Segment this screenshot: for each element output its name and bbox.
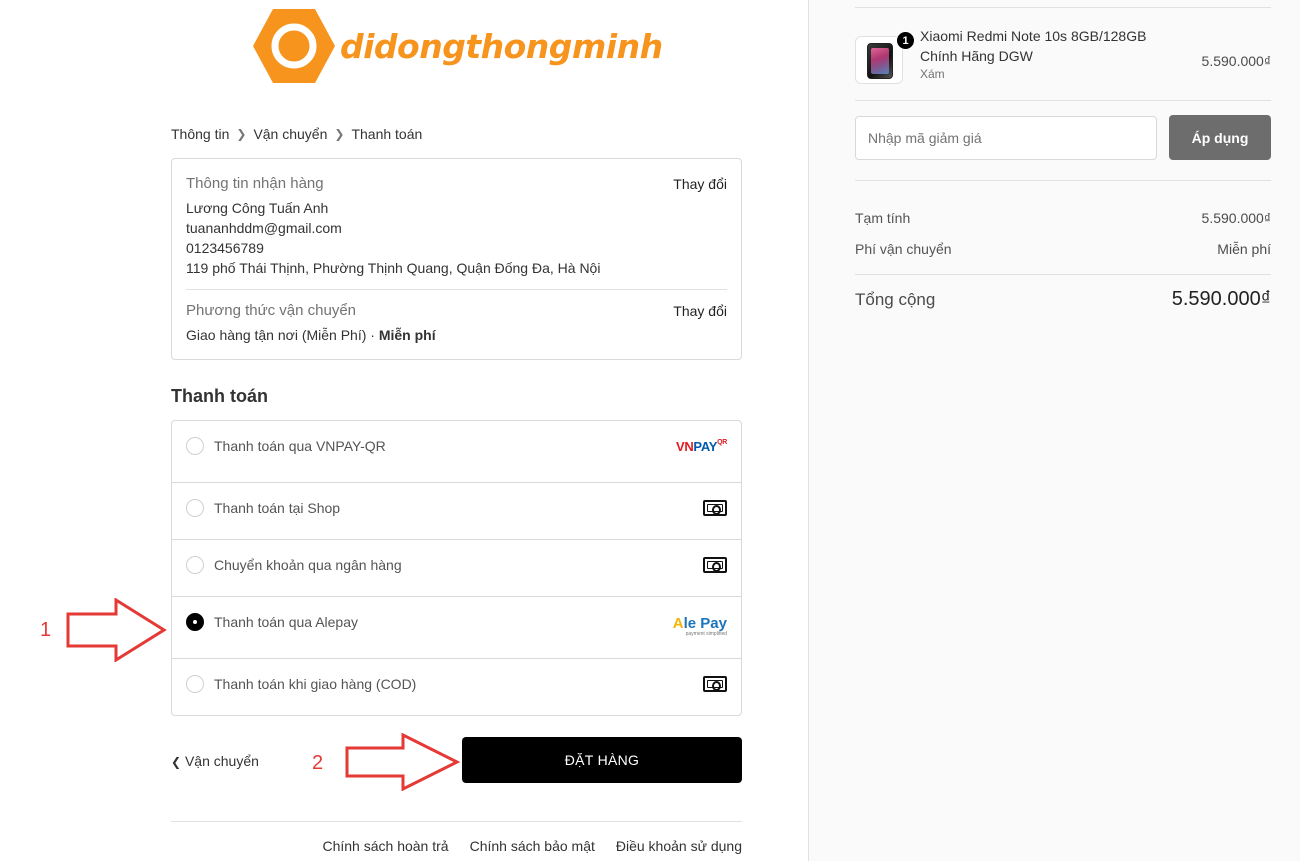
discount-code-input[interactable] (855, 116, 1157, 160)
privacy-policy-link[interactable]: Chính sách bảo mật (470, 838, 595, 854)
subtotal-value: 5.590.000₫ (1201, 210, 1271, 226)
footer-links: Chính sách hoàn trả Chính sách bảo mật Đ… (322, 838, 742, 854)
shipping-info-section: Thông tin nhận hàng Thay đổi Lương Công … (186, 175, 727, 278)
red-arrow-icon (345, 733, 461, 791)
place-order-button[interactable]: ĐẶT HÀNG (462, 737, 742, 783)
customer-phone: 0123456789 (186, 240, 264, 256)
cart-item: 1 Xiaomi Redmi Note 10s 8GB/128GB Chính … (855, 22, 1271, 90)
payment-option-label[interactable]: Thanh toán tại Shop (214, 500, 340, 516)
product-price: 5.590.000₫ (1201, 53, 1271, 69)
customer-address: 119 phố Thái Thịnh, Phường Thịnh Quang, … (186, 260, 601, 276)
payment-title: Thanh toán (171, 386, 268, 406)
product-thumbnail: 1 (855, 31, 915, 84)
divider (855, 7, 1271, 8)
terms-of-use-link[interactable]: Điều khoản sử dụng (616, 838, 742, 854)
payment-option-label[interactable]: Thanh toán qua Alepay (214, 614, 358, 630)
order-summary-sidebar: 1 Xiaomi Redmi Note 10s 8GB/128GB Chính … (808, 0, 1300, 861)
separator-dot: · (366, 327, 379, 343)
change-shipping-method-link[interactable]: Thay đổi (673, 303, 727, 319)
change-shipping-info-link[interactable]: Thay đổi (673, 176, 727, 192)
product-name: Xiaomi Redmi Note 10s 8GB/128GB Chính Hã… (920, 28, 1147, 64)
phone-image-icon (867, 43, 893, 79)
vnpay-qr: QR (717, 438, 727, 446)
radio-button[interactable] (186, 675, 204, 693)
subtotal-row: Tạm tính 5.590.000₫ (855, 210, 1271, 226)
shipping-fee-row: Phí vận chuyển Miễn phí (855, 241, 1271, 257)
alepay-a: A (672, 614, 684, 632)
cash-icon (703, 673, 727, 695)
site-logo[interactable]: didongthongminh (252, 8, 663, 84)
shipping-method-value: Giao hàng tận nơi (Miễn Phí) · Miễn phí (186, 325, 727, 345)
apply-discount-button[interactable]: Áp dụng (1169, 115, 1271, 160)
subtotal-label: Tạm tính (855, 210, 911, 226)
radio-button[interactable] (186, 556, 204, 574)
divider (171, 821, 742, 822)
shipping-method-price: Miễn phí (378, 327, 436, 343)
payment-option-label[interactable]: Chuyển khoản qua ngân hàng (214, 557, 402, 573)
payment-option-bank-transfer[interactable]: Chuyển khoản qua ngân hàng (172, 540, 741, 597)
customer-name: Lương Công Tuấn Anh (186, 200, 329, 216)
back-link-label: Vận chuyển (184, 753, 259, 769)
breadcrumb-info[interactable]: Thông tin (171, 126, 229, 142)
alepay-logo-icon: Ale Pay payment simplified (673, 615, 727, 637)
shipping-info-title: Thông tin nhận hàng (186, 175, 324, 192)
alepay-rest: le Pay (683, 614, 727, 632)
order-review-box: Thông tin nhận hàng Thay đổi Lương Công … (171, 158, 742, 360)
shipping-fee-value: Miễn phí (1217, 241, 1271, 257)
shipping-method-name: Giao hàng tận nơi (Miễn Phí) (186, 327, 367, 343)
product-variant: Xám (920, 67, 945, 81)
chevron-right-icon: ❯ (236, 127, 247, 141)
breadcrumb-payment: Thanh toán (351, 126, 423, 142)
payment-option-cod[interactable]: Thanh toán khi giao hàng (COD) (172, 659, 741, 715)
total-value: 5.590.000₫ (1171, 288, 1271, 310)
cash-icon (703, 497, 727, 519)
checkout-main: didongthongminh Thông tin ❯ Vận chuyển ❯… (0, 0, 808, 861)
payment-methods-list: Thanh toán qua VNPAY-QR VNPAYQR Thanh to… (171, 420, 742, 716)
shipping-method-title: Phương thức vận chuyển (186, 302, 357, 319)
shipping-fee-label: Phí vận chuyển (855, 241, 952, 257)
cash-icon (703, 554, 727, 576)
breadcrumb: Thông tin ❯ Vận chuyển ❯ Thanh toán (171, 126, 422, 142)
payment-option-alepay[interactable]: Thanh toán qua Alepay Ale Pay payment si… (172, 597, 741, 659)
shipping-method-section: Phương thức vận chuyển Thay đổi Giao hàn… (186, 302, 727, 345)
refund-policy-link[interactable]: Chính sách hoàn trả (322, 838, 448, 854)
total-row: Tổng cộng 5.590.000₫ (855, 288, 1271, 311)
divider (855, 274, 1271, 275)
payment-option-label[interactable]: Thanh toán qua VNPAY-QR (214, 438, 386, 454)
alepay-tagline: payment simplified (685, 630, 727, 637)
logo-text: didongthongminh (340, 26, 663, 66)
vnpay-logo-icon: VNPAYQR (676, 435, 727, 457)
logo-hex-icon (252, 8, 336, 84)
payment-option-shop[interactable]: Thanh toán tại Shop (172, 483, 741, 540)
annotation-number-2: 2 (312, 752, 324, 774)
vnpay-pay: PAY (693, 438, 718, 454)
annotation-number-1: 1 (40, 619, 52, 641)
payment-option-label[interactable]: Thanh toán khi giao hàng (COD) (214, 676, 416, 692)
quantity-badge: 1 (896, 31, 915, 50)
customer-email: tuananhddm@gmail.com (186, 220, 342, 236)
vnpay-vn: VN (675, 438, 694, 454)
radio-button-selected[interactable] (186, 613, 204, 631)
red-arrow-icon (66, 598, 167, 662)
divider (855, 180, 1271, 181)
chevron-left-icon: ❮ (171, 755, 182, 769)
radio-button[interactable] (186, 437, 204, 455)
divider (186, 289, 727, 290)
divider (855, 100, 1271, 101)
chevron-right-icon: ❯ (334, 127, 345, 141)
back-to-shipping-link[interactable]: ❮ Vận chuyển (171, 753, 259, 769)
payment-option-vnpay[interactable]: Thanh toán qua VNPAY-QR VNPAYQR (172, 421, 741, 483)
breadcrumb-shipping[interactable]: Vận chuyển (253, 126, 327, 142)
total-label: Tổng cộng (855, 290, 936, 309)
radio-button[interactable] (186, 499, 204, 517)
